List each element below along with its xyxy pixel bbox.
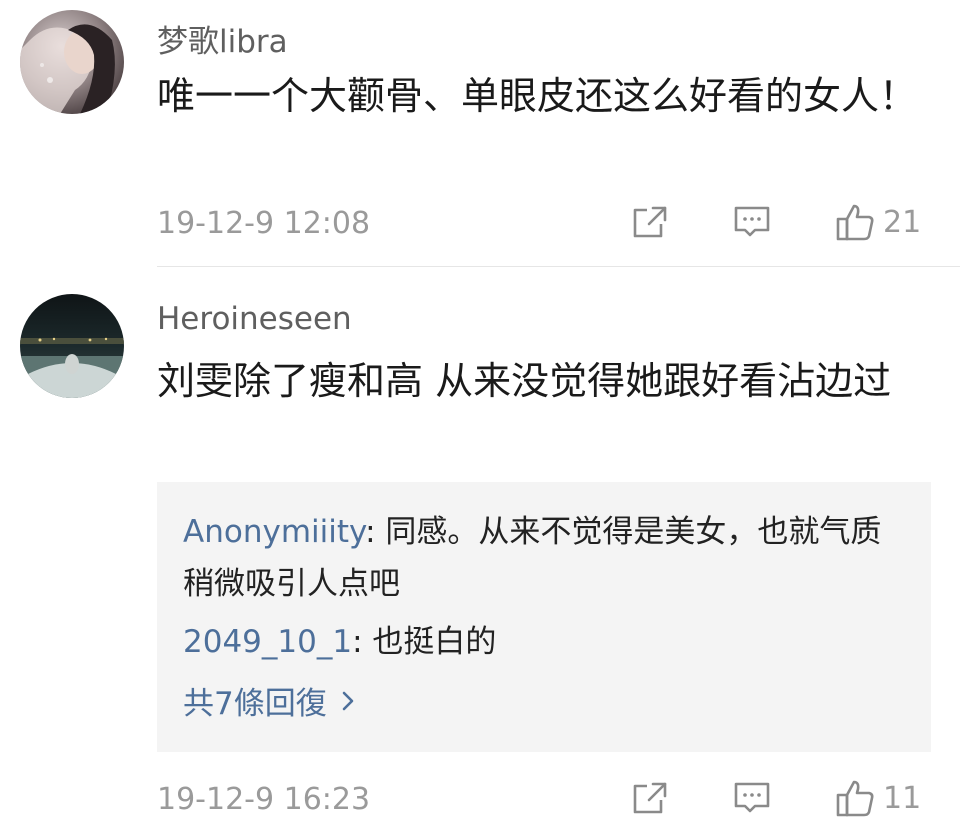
avatar-image	[20, 294, 124, 398]
reply-separator: :	[365, 514, 386, 550]
like-button[interactable]: 11	[835, 776, 921, 820]
comment-timestamp: 19-12-9 12:08	[157, 206, 371, 241]
view-all-replies-link[interactable]: 共7條回復	[183, 678, 355, 723]
reply-username[interactable]: 2049_10_1	[183, 624, 352, 660]
comment-item: 梦歌libra 唯一一个大颧骨、单眼皮还这么好看的女人！ 19-12-9 12:…	[0, 0, 960, 266]
comment-meta: 19-12-9 16:23 11	[157, 776, 933, 820]
view-all-replies-label: 共7條回復	[183, 686, 327, 722]
comment-text: 唯一一个大颧骨、单眼皮还这么好看的女人！	[157, 74, 918, 118]
reply-item: 2049_10_1: 也挺白的	[183, 616, 903, 668]
like-count: 21	[883, 204, 922, 240]
comment-username[interactable]: Heroineseen	[157, 301, 352, 337]
share-button[interactable]	[631, 200, 669, 244]
comment-icon	[734, 782, 770, 813]
reply-preview-box[interactable]: Anonymiiity: 同感。从来不觉得是美女，也就气质稍微吸引人点吧 204…	[157, 482, 931, 752]
share-button[interactable]	[631, 776, 669, 820]
thumbs-up-icon	[836, 780, 874, 817]
like-button[interactable]: 21	[835, 200, 921, 244]
avatar[interactable]	[20, 10, 124, 114]
comment-text: 刘雯除了瘦和高 从来没觉得她跟好看沾边过	[157, 359, 892, 403]
reply-text: 也挺白的	[372, 624, 497, 660]
avatar-image	[20, 10, 124, 114]
comment-timestamp: 19-12-9 16:23	[157, 782, 371, 817]
comment-meta: 19-12-9 12:08 21	[157, 200, 933, 244]
reply-button[interactable]	[733, 776, 771, 820]
comment-icon	[734, 206, 770, 237]
reply-button[interactable]	[733, 200, 771, 244]
comment-username[interactable]: 梦歌libra	[157, 16, 288, 61]
reply-separator: :	[352, 624, 373, 660]
like-count: 11	[883, 780, 922, 816]
reply-username[interactable]: Anonymiiity	[183, 514, 365, 550]
avatar[interactable]	[20, 294, 124, 398]
share-icon	[633, 782, 667, 814]
reply-item: Anonymiiity: 同感。从来不觉得是美女，也就气质稍微吸引人点吧	[183, 506, 903, 610]
thumbs-up-icon	[836, 204, 874, 241]
chevron-right-icon	[342, 691, 354, 710]
share-icon	[633, 206, 667, 238]
